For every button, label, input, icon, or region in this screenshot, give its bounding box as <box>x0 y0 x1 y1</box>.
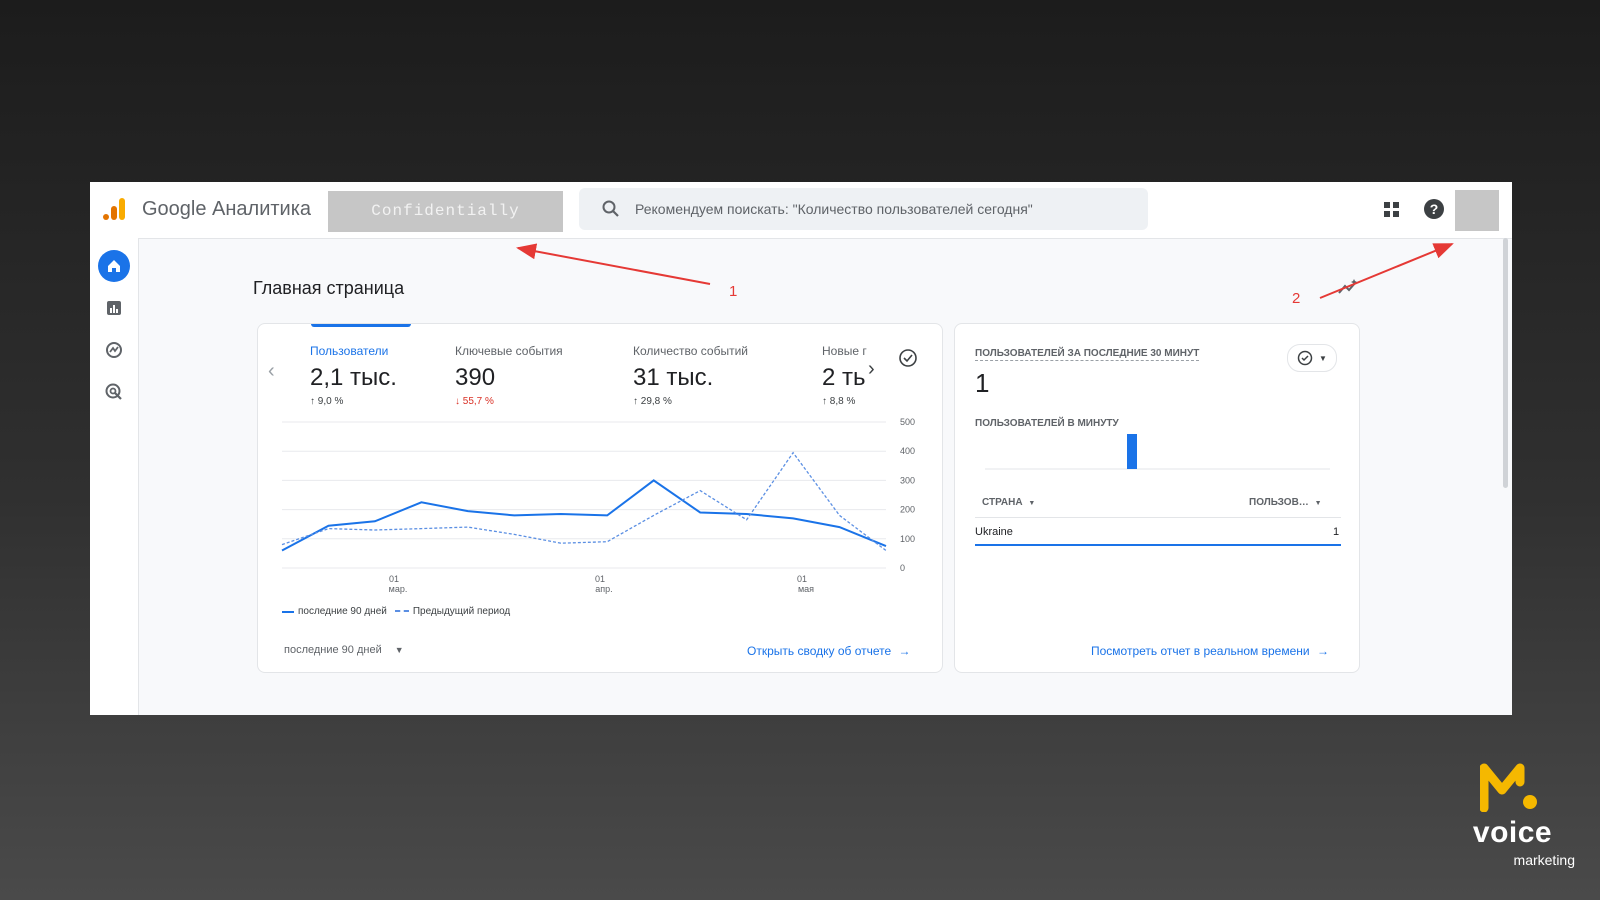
annotation-arrow-1 <box>516 243 711 285</box>
annotation-label-2: 2 <box>1292 290 1301 307</box>
brand-m-icon <box>1480 763 1537 812</box>
brand-subtitle: marketing <box>1513 852 1575 868</box>
annotation-arrow-2 <box>1319 243 1454 299</box>
brand-name: voice <box>1472 816 1553 849</box>
annotation-layer <box>516 243 1454 299</box>
voice-marketing-logo: voice marketing <box>1450 760 1590 870</box>
annotation-label-1: 1 <box>729 283 738 300</box>
